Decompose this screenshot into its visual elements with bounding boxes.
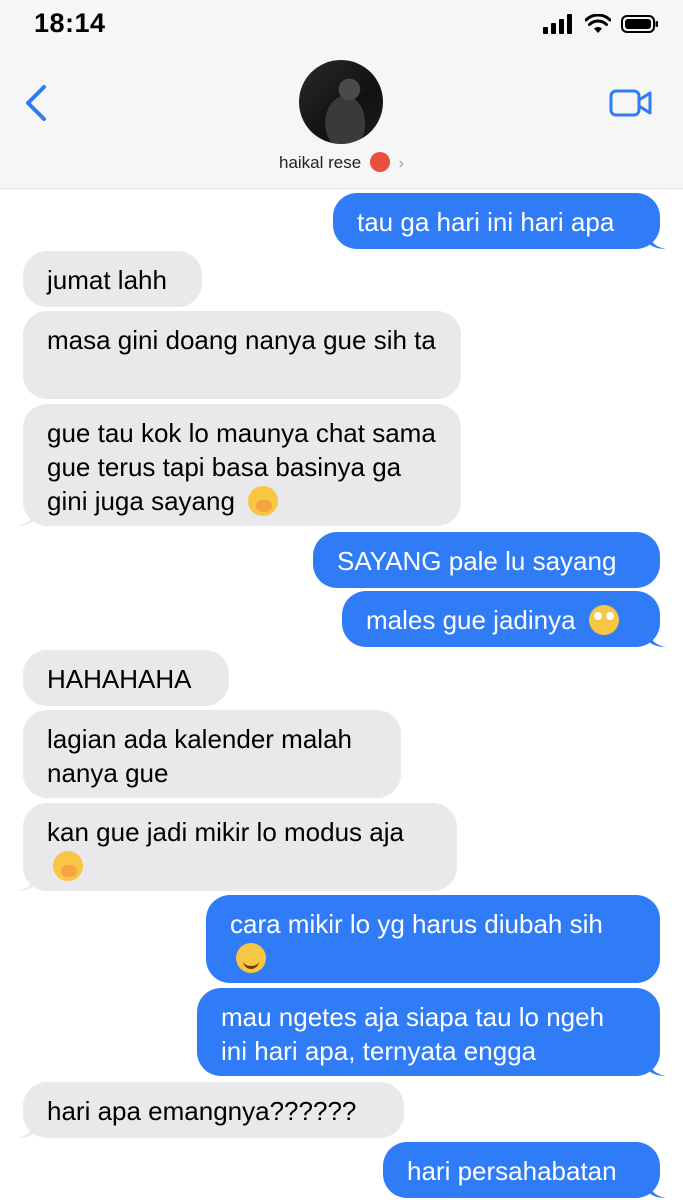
signal-icon bbox=[543, 14, 572, 34]
status-bar: 18:14 bbox=[0, 0, 683, 48]
wifi-icon bbox=[585, 14, 611, 33]
message-list: tau ga hari ini hari apa jumat lahh masa… bbox=[0, 188, 683, 1200]
message-text: cara mikir lo yg harus diubah sih bbox=[230, 909, 603, 939]
message-sent[interactable]: SAYANG pale lu sayang bbox=[313, 532, 660, 588]
status-icons bbox=[543, 12, 659, 36]
bubble-tail bbox=[17, 873, 35, 891]
video-camera-icon bbox=[609, 89, 652, 117]
bubble-tail bbox=[17, 1120, 35, 1138]
back-button[interactable] bbox=[20, 83, 56, 123]
message-sent[interactable]: tau ga hari ini hari apa bbox=[333, 193, 666, 249]
chevron-right-icon: › bbox=[398, 155, 404, 172]
message-text: jumat lahh bbox=[47, 265, 167, 295]
battery-icon bbox=[621, 15, 658, 33]
message-text: SAYANG pale lu sayang bbox=[337, 546, 617, 576]
message-text: males gue jadinya bbox=[366, 605, 576, 635]
message-received[interactable]: jumat lahh bbox=[23, 251, 202, 307]
message-received[interactable]: kan gue jadi mikir lo modus aja bbox=[17, 803, 457, 891]
message-text: HAHAHAHA bbox=[47, 664, 192, 694]
status-time: 18:14 bbox=[34, 8, 106, 38]
conversation-header: haikal rese › bbox=[0, 48, 683, 189]
bubble-tail bbox=[17, 508, 35, 526]
message-received[interactable]: masa gini doang nanya gue sih ta bbox=[23, 311, 461, 399]
message-received[interactable]: HAHAHAHA bbox=[23, 650, 229, 706]
message-text: masa gini doang nanya gue sih ta bbox=[47, 325, 436, 355]
bubble-tail bbox=[648, 1058, 666, 1076]
message-text: lagian ada kalender malah nanya gue bbox=[47, 724, 352, 788]
contact-avatar[interactable] bbox=[299, 60, 383, 144]
smiling-face-emoji bbox=[236, 943, 266, 973]
angry-face-icon bbox=[369, 152, 390, 172]
video-call-button[interactable] bbox=[609, 88, 653, 118]
bubble-tail bbox=[648, 629, 666, 647]
message-text: hari persahabatan bbox=[407, 1156, 617, 1186]
bubble-tail bbox=[648, 1180, 666, 1198]
message-text: mau ngetes aja siapa tau lo ngeh ini har… bbox=[221, 1002, 605, 1066]
message-text: gue tau kok lo maunya chat sama gue teru… bbox=[47, 418, 436, 516]
message-sent[interactable]: hari persahabatan bbox=[383, 1142, 666, 1198]
contact-name-button[interactable]: haikal rese › bbox=[0, 152, 683, 173]
message-received[interactable]: gue tau kok lo maunya chat sama gue teru… bbox=[17, 404, 461, 526]
rolling-eyes-emoji bbox=[588, 605, 619, 635]
chevron-left-icon bbox=[26, 85, 46, 121]
message-received[interactable]: lagian ada kalender malah nanya gue bbox=[23, 710, 401, 798]
message-text: hari apa emangnya?????? bbox=[47, 1096, 357, 1126]
hand-over-mouth-emoji bbox=[53, 851, 83, 881]
hand-over-mouth-emoji bbox=[248, 486, 279, 516]
contact-name: haikal rese bbox=[278, 153, 362, 172]
message-sent[interactable]: cara mikir lo yg harus diubah sih bbox=[206, 895, 660, 983]
message-text: tau ga hari ini hari apa bbox=[357, 207, 615, 237]
message-received[interactable]: hari apa emangnya?????? bbox=[17, 1082, 404, 1138]
bubble-tail bbox=[648, 231, 666, 249]
message-text: kan gue jadi mikir lo modus aja bbox=[47, 817, 404, 847]
message-sent[interactable]: mau ngetes aja siapa tau lo ngeh ini har… bbox=[197, 988, 666, 1076]
message-sent[interactable]: males gue jadinya bbox=[342, 591, 666, 647]
